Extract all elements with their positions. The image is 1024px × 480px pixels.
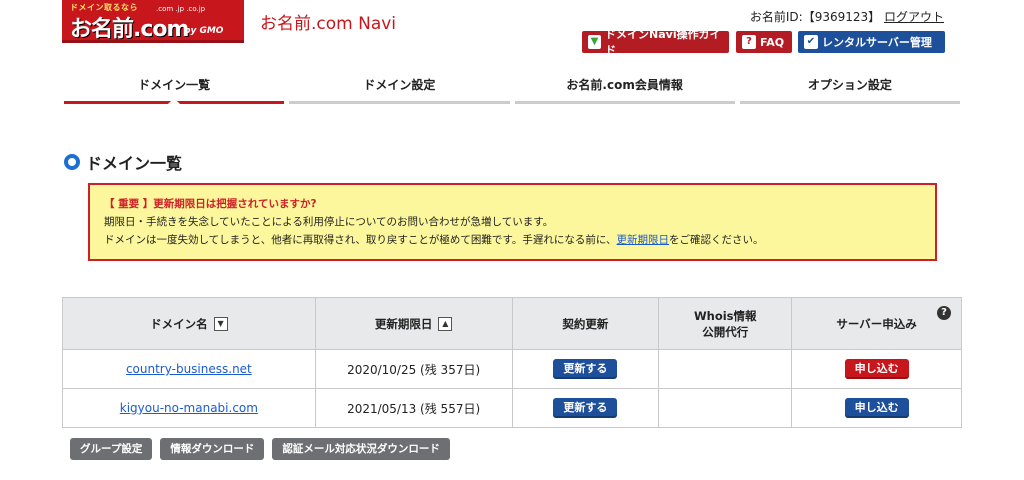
onamae-logo[interactable]: ドメイン取るなら お名前.com .com .jp .co.jp by GMO: [62, 0, 244, 43]
expiry-cell: 2021/05/13 (残 557日): [314, 388, 513, 428]
alert-line-1: 期限日・手続きを失念していたことによる利用停止についてのお問い合わせが急増してい…: [104, 216, 554, 228]
expiry-date-link[interactable]: 更新期限日: [617, 234, 670, 246]
faq-button[interactable]: ? FAQ: [736, 31, 792, 53]
app-title: お名前.com Navi: [260, 14, 397, 34]
logo-tlds: .com .jp .co.jp: [156, 5, 206, 13]
domain-cell: kigyou-no-manabi.com: [62, 388, 316, 428]
table-header-row: ドメイン名 ▼ 更新期限日 ▲ 契約更新 Whois情報 公開代行 サーバー申込み …: [62, 297, 962, 350]
col-server-apply: サーバー申込み ?: [791, 297, 962, 350]
sort-desc-icon[interactable]: ▼: [213, 317, 228, 331]
question-icon: ?: [742, 35, 756, 49]
domain-link[interactable]: kigyou-no-manabi.com: [120, 401, 258, 415]
apply-server-button[interactable]: 申し込む: [844, 398, 909, 418]
sort-asc-icon[interactable]: ▲: [438, 317, 453, 331]
rental-server-button-label: レンタルサーバー管理: [822, 36, 932, 49]
bottom-actions: グループ設定 情報ダウンロード 認証メール対応状況ダウンロード: [70, 438, 458, 460]
whois-cell: [658, 388, 793, 428]
info-download-button[interactable]: 情報ダウンロード: [160, 438, 265, 460]
table-row: kigyou-no-manabi.com 2021/05/13 (残 557日)…: [62, 388, 962, 428]
domain-table: ドメイン名 ▼ 更新期限日 ▲ 契約更新 Whois情報 公開代行 サーバー申込み …: [62, 297, 962, 428]
help-icon[interactable]: ?: [937, 306, 951, 320]
logo-brand: お名前.com: [70, 17, 189, 42]
alert-line-2: ドメインは一度失効してしまうと、他者に再取得され、取り戻すことが極めて困難です。…: [104, 231, 921, 249]
server-cell: 申し込む: [791, 388, 962, 428]
circle-bullet-icon: [64, 154, 80, 170]
renew-button[interactable]: 更新する: [553, 359, 618, 379]
server-check-icon: ✔: [804, 35, 818, 49]
account-id: お名前ID:【9369123】: [749, 10, 881, 24]
domain-cell: country-business.net: [62, 349, 316, 389]
guide-button-label: ドメインNavi操作ガイド: [605, 28, 721, 57]
page-title: ドメイン一覧: [64, 150, 182, 174]
tab-member-info[interactable]: お名前.com会員情報: [514, 70, 735, 104]
col-domain-name-label: ドメイン名: [150, 316, 208, 331]
rental-server-button[interactable]: ✔ レンタルサーバー管理: [798, 31, 945, 53]
tab-domain-list[interactable]: ドメイン一覧: [64, 70, 285, 104]
col-whois-line-1: Whois情報: [693, 308, 757, 323]
col-renew: 契約更新: [511, 297, 660, 350]
whois-cell: [658, 349, 793, 389]
col-whois-line-2: 公開代行: [702, 324, 749, 339]
col-expiry-date: 更新期限日 ▲: [314, 297, 513, 350]
col-server-apply-label: サーバー申込み: [836, 316, 917, 331]
server-cell: 申し込む: [791, 349, 962, 389]
main-tabs: ドメイン一覧 ドメイン設定 お名前.com会員情報 オプション設定: [64, 70, 960, 104]
renewal-alert: 【 重要 】更新期限日は把握されていますか? 期限日・手続きを失念していたことに…: [88, 183, 937, 261]
faq-button-label: FAQ: [760, 35, 785, 49]
auth-mail-download-button[interactable]: 認証メール対応状況ダウンロード: [272, 438, 450, 460]
col-expiry-date-label: 更新期限日: [374, 316, 433, 331]
renew-cell: 更新する: [511, 388, 660, 428]
page-title-text: ドメイン一覧: [86, 154, 183, 173]
tab-domain-settings[interactable]: ドメイン設定: [289, 70, 510, 104]
logo-gmo: by GMO: [184, 26, 224, 36]
beginner-leaf-icon: ▼: [588, 35, 602, 49]
guide-button[interactable]: ▼ ドメインNavi操作ガイド: [582, 28, 729, 57]
alert-heading: 【 重要 】更新期限日は把握されていますか?: [104, 198, 317, 210]
group-settings-button[interactable]: グループ設定: [70, 438, 153, 460]
col-domain-name: ドメイン名 ▼: [62, 297, 316, 350]
logout-link[interactable]: ログアウト: [884, 10, 944, 24]
alert-line-2-after: をご確認ください。: [669, 234, 764, 246]
domain-link[interactable]: country-business.net: [126, 362, 252, 376]
table-row: country-business.net 2020/10/25 (残 357日)…: [62, 349, 962, 389]
renew-button[interactable]: 更新する: [553, 398, 618, 418]
alert-line-2-before: ドメインは一度失効してしまうと、他者に再取得され、取り戻すことが極めて困難です。…: [104, 234, 617, 246]
tab-option-settings[interactable]: オプション設定: [739, 70, 960, 104]
apply-server-button[interactable]: 申し込む: [844, 359, 909, 379]
renew-cell: 更新する: [511, 349, 660, 389]
expiry-cell: 2020/10/25 (残 357日): [314, 349, 513, 389]
col-whois: Whois情報 公開代行: [658, 297, 793, 350]
account-info: お名前ID:【9369123】 ログアウト: [750, 8, 944, 25]
